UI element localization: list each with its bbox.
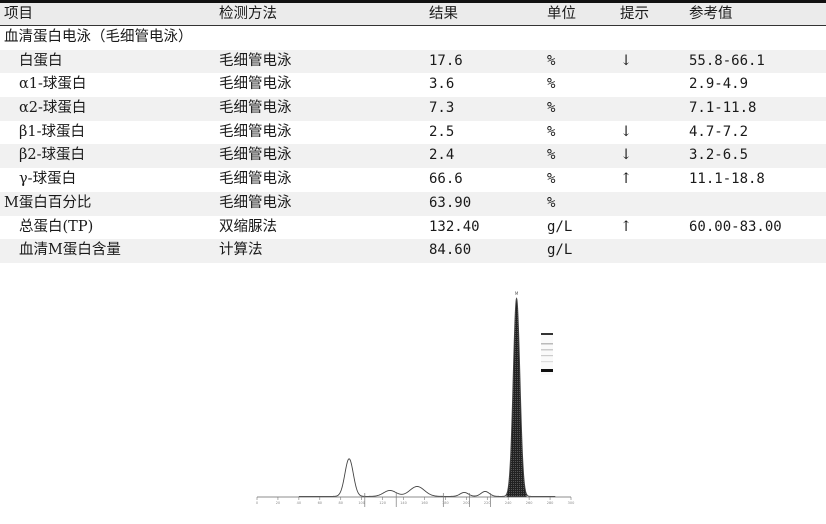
row-name: α2-球蛋白 xyxy=(19,100,87,117)
gel-band xyxy=(541,355,553,357)
header-result: 结果 xyxy=(429,6,458,22)
row-result: 132.40 xyxy=(429,218,480,235)
x-tick-label: 100 xyxy=(358,501,365,505)
header-method: 检测方法 xyxy=(219,6,277,22)
table-row: β1-球蛋白 毛细管电泳 2.5% ↓ 4.7-7.2 xyxy=(0,121,826,145)
row-result: 2.5 xyxy=(429,123,455,140)
row-name: 白蛋白 xyxy=(19,52,63,69)
table-body: 白蛋白 毛细管电泳 17.6% ↓ 55.8-66.1 α1-球蛋白 毛细管电泳 3.6% 2.… xyxy=(0,49,826,263)
x-tick-label: 160 xyxy=(421,501,428,505)
electropherogram: 0 20 40 60 80 100 120 140 160 180 200 220 240 260 280 3… xyxy=(245,285,585,520)
row-result: 2.4 xyxy=(429,147,455,164)
row-result: 3.6 xyxy=(429,76,455,93)
row-name: β2-球蛋白 xyxy=(19,147,86,164)
header-reference: 参考值 xyxy=(689,6,733,22)
table-header: 项目 检测方法 结果 单位 提示 参考值 xyxy=(0,3,826,26)
table-row: M蛋白百分比 毛细管电泳 63.90% xyxy=(0,191,826,216)
x-tick-label: 80 xyxy=(338,501,342,505)
x-tick-label: 40 xyxy=(297,501,301,505)
row-unit: % xyxy=(547,147,556,164)
x-tick-label: 200 xyxy=(463,501,470,505)
row-name: M蛋白百分比 xyxy=(4,194,92,211)
x-tick-label: 220 xyxy=(484,501,491,505)
header-flag: 提示 xyxy=(620,6,649,22)
row-unit: % xyxy=(547,76,556,93)
row-reference: 55.8-66.1 xyxy=(689,52,765,69)
gel-band xyxy=(541,349,553,351)
row-name: α1-球蛋白 xyxy=(19,76,87,93)
gel-band xyxy=(541,369,553,372)
section-title-row: 血清蛋白电泳（毛细管电泳） xyxy=(0,26,826,50)
x-tick-label: 120 xyxy=(379,501,386,505)
row-reference: 7.1-11.8 xyxy=(689,100,757,117)
gel-band xyxy=(541,333,553,335)
x-tick-label: 300 xyxy=(568,501,575,505)
table-row: α2-球蛋白 毛细管电泳 7.3% 7.1-11.8 xyxy=(0,97,826,121)
row-flag: ↓ xyxy=(620,147,633,164)
row-method: 毛细管电泳 xyxy=(219,100,292,117)
row-name: 总蛋白(TP) xyxy=(19,218,94,235)
row-unit: g/L xyxy=(547,242,573,259)
row-method: 毛细管电泳 xyxy=(219,147,292,164)
table-row: β2-球蛋白 毛细管电泳 2.4% ↓ 3.2-6.5 xyxy=(0,144,826,169)
table-row: 白蛋白 毛细管电泳 17.6% ↓ 55.8-66.1 xyxy=(0,49,826,74)
row-name: γ-球蛋白 xyxy=(19,171,77,188)
row-unit: % xyxy=(547,171,556,188)
x-tick-label: 280 xyxy=(547,501,554,505)
gel-band xyxy=(541,343,553,345)
row-method: 毛细管电泳 xyxy=(219,76,292,93)
row-method: 毛细管电泳 xyxy=(219,52,292,69)
row-result: 84.60 xyxy=(429,242,472,259)
m-spike-fill xyxy=(506,298,527,497)
row-name: β1-球蛋白 xyxy=(19,123,86,140)
row-reference: 11.1-18.8 xyxy=(689,171,765,188)
row-method: 计算法 xyxy=(219,242,263,259)
row-result: 66.6 xyxy=(429,171,463,188)
row-flag: ↓ xyxy=(620,52,633,69)
row-flag: ↑ xyxy=(620,218,633,235)
table-row: 血清M蛋白含量 计算法 84.60 g/L xyxy=(0,239,826,263)
row-result: 63.90 xyxy=(429,194,472,211)
electropherogram-svg: 0 20 40 60 80 100 120 140 160 180 200 220 240 260 280 3… xyxy=(256,291,575,507)
row-result: 7.3 xyxy=(429,100,455,117)
table-row: 总蛋白(TP) 双缩脲法 132.40 g/L ↑ 60.00-83.00 xyxy=(0,216,826,240)
row-flag: ↑ xyxy=(620,171,633,188)
row-unit: % xyxy=(547,194,556,211)
row-method: 双缩脲法 xyxy=(219,218,277,235)
row-reference: 4.7-7.2 xyxy=(689,123,749,140)
row-method: 毛细管电泳 xyxy=(219,171,292,188)
row-unit: % xyxy=(547,123,556,140)
x-tick-label: 140 xyxy=(400,501,407,505)
gel-lane xyxy=(541,333,553,375)
x-tick-label: 0 xyxy=(256,501,258,505)
row-unit: % xyxy=(547,100,556,117)
row-name: 血清M蛋白含量 xyxy=(19,242,121,259)
x-tick-label: 20 xyxy=(276,501,280,505)
row-reference: 3.2-6.5 xyxy=(689,147,749,164)
row-unit: % xyxy=(547,52,556,69)
row-flag: ↓ xyxy=(620,123,633,140)
lab-report: 项目 检测方法 结果 单位 提示 参考值 血清蛋白电泳（毛细管电泳） 白蛋白毛细… xyxy=(0,0,826,263)
row-method: 毛细管电泳 xyxy=(219,194,292,211)
row-method: 毛细管电泳 xyxy=(219,123,292,140)
gel-band xyxy=(541,361,553,363)
row-unit: g/L xyxy=(547,218,573,235)
header-unit: 单位 xyxy=(547,6,576,22)
row-reference: 60.00-83.00 xyxy=(689,218,782,235)
x-tick-label: 260 xyxy=(526,501,533,505)
m-spike-label: M xyxy=(515,291,519,296)
section-title: 血清蛋白电泳（毛细管电泳） xyxy=(4,29,193,45)
x-tick-label: 60 xyxy=(318,501,322,505)
table-row: α1-球蛋白 毛细管电泳 3.6% 2.9-4.9 xyxy=(0,73,826,97)
table-row: γ-球蛋白 毛细管电泳 66.6% ↑ 11.1-18.8 xyxy=(0,168,826,192)
x-tick-label: 240 xyxy=(505,501,512,505)
row-reference: 2.9-4.9 xyxy=(689,76,749,93)
header-name: 项目 xyxy=(4,6,33,22)
row-result: 17.6 xyxy=(429,52,463,69)
